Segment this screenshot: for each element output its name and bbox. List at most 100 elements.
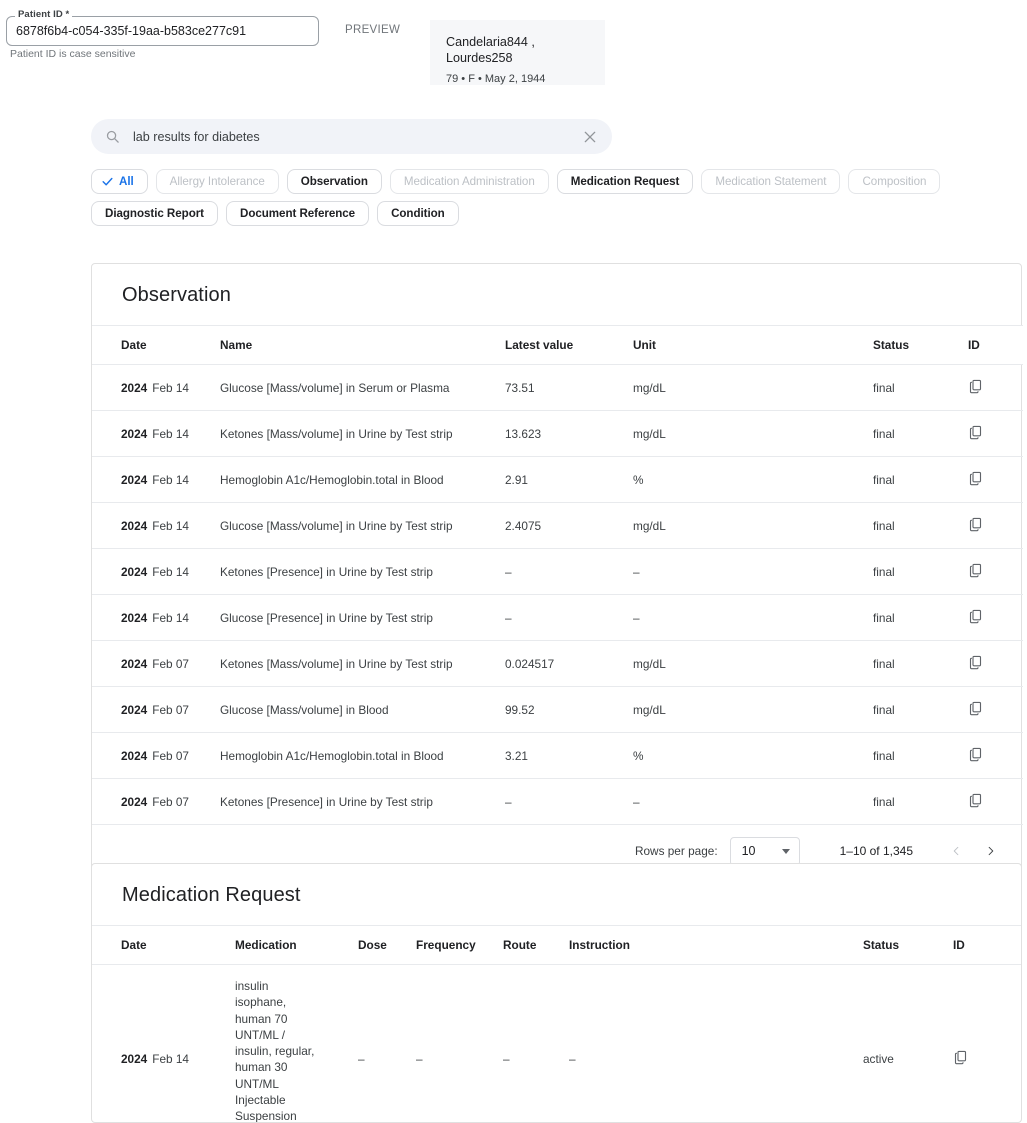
search-input[interactable]: [131, 129, 582, 145]
date-monthday: Feb 07: [152, 795, 189, 809]
observation-card: Observation Date Name Latest value Unit …: [91, 263, 1022, 878]
cell-unit: –: [633, 595, 873, 641]
table-row[interactable]: 2024Feb 07Ketones [Presence] in Urine by…: [92, 779, 1023, 825]
observation-table: Date Name Latest value Unit Status ID 20…: [92, 325, 1023, 825]
copy-id-icon[interactable]: [968, 378, 983, 397]
date-year: 2024: [121, 519, 147, 533]
patient-id-field-wrapper[interactable]: Patient ID *: [6, 16, 319, 46]
cell-unit: mg/dL: [633, 687, 873, 733]
table-row[interactable]: 2024Feb 07Hemoglobin A1c/Hemoglobin.tota…: [92, 733, 1023, 779]
cell-name: Ketones [Mass/volume] in Urine by Test s…: [220, 641, 505, 687]
cell-id: [968, 687, 1023, 733]
cell-instruction: –: [569, 965, 863, 1123]
cell-status: final: [873, 733, 968, 779]
copy-id-icon[interactable]: [968, 792, 983, 811]
table-row[interactable]: 2024Feb 14Hemoglobin A1c/Hemoglobin.tota…: [92, 457, 1023, 503]
date-monthday: Feb 14: [152, 565, 189, 579]
cell-dose: –: [358, 965, 416, 1123]
col-dose: Dose: [358, 926, 416, 965]
medication-request-table: Date Medication Dose Frequency Route Ins…: [92, 925, 1022, 1123]
chip-composition[interactable]: Composition: [848, 169, 940, 194]
copy-id-icon[interactable]: [968, 516, 983, 535]
cell-id: [968, 457, 1023, 503]
col-date: Date: [92, 926, 235, 965]
chip-allergy-intolerance[interactable]: Allergy Intolerance: [156, 169, 279, 194]
copy-id-icon[interactable]: [968, 562, 983, 581]
table-row[interactable]: 2024Feb 14Glucose [Mass/volume] in Serum…: [92, 365, 1023, 411]
date-monthday: Feb 14: [152, 1052, 189, 1066]
close-icon[interactable]: [582, 129, 598, 145]
chip-label: All: [119, 175, 134, 188]
patient-id-input[interactable]: [6, 16, 319, 46]
copy-id-icon[interactable]: [968, 746, 983, 765]
chip-medication-administration[interactable]: Medication Administration: [390, 169, 549, 194]
copy-id-icon[interactable]: [968, 608, 983, 627]
cell-medication: insulin isophane, human 70 UNT/ML / insu…: [235, 965, 358, 1123]
chevron-down-icon: [782, 849, 790, 854]
date-year: 2024: [121, 1052, 147, 1066]
cell-date: 2024Feb 07: [92, 733, 220, 779]
chip-medication-statement[interactable]: Medication Statement: [701, 169, 840, 194]
date-monthday: Feb 07: [152, 657, 189, 671]
date-year: 2024: [121, 749, 147, 763]
cell-id: [968, 503, 1023, 549]
cell-unit: mg/dL: [633, 503, 873, 549]
chip-condition[interactable]: Condition: [377, 201, 459, 226]
col-name: Name: [220, 326, 505, 365]
cell-unit: –: [633, 779, 873, 825]
pagination-range: 1–10 of 1,345: [840, 844, 913, 858]
col-frequency: Frequency: [416, 926, 503, 965]
cell-unit: mg/dL: [633, 365, 873, 411]
rows-per-page-select[interactable]: 10: [730, 837, 800, 866]
cell-name: Glucose [Presence] in Urine by Test stri…: [220, 595, 505, 641]
copy-id-icon[interactable]: [968, 654, 983, 673]
cell-status: final: [873, 503, 968, 549]
chip-all[interactable]: All: [91, 169, 148, 194]
copy-id-icon[interactable]: [968, 470, 983, 489]
col-unit: Unit: [633, 326, 873, 365]
cell-frequency: –: [416, 965, 503, 1123]
chip-document-reference[interactable]: Document Reference: [226, 201, 369, 226]
cell-date: 2024 Feb 07: [92, 641, 220, 687]
copy-id-icon[interactable]: [968, 424, 983, 443]
date-year: 2024: [121, 657, 147, 671]
cell-id: [968, 411, 1023, 457]
cell-date: 2024Feb 14: [92, 365, 220, 411]
search-bar[interactable]: [91, 119, 612, 154]
chip-label: Document Reference: [240, 207, 355, 220]
col-latest-value: Latest value: [505, 326, 633, 365]
table-row[interactable]: 2024Feb 07Glucose [Mass/volume] in Blood…: [92, 687, 1023, 733]
table-row[interactable]: 2024 Feb 07 Ketones [Mass/volume] in Urine…: [92, 641, 1023, 687]
cell-status: final: [873, 549, 968, 595]
chip-observation[interactable]: Observation: [287, 169, 382, 194]
col-instruction: Instruction: [569, 926, 863, 965]
cell-latest-value: 13.623: [505, 411, 633, 457]
cell-date: 2024Feb 14: [92, 411, 220, 457]
copy-id-icon[interactable]: [953, 1049, 968, 1069]
table-row[interactable]: 2024 Feb 14 insulin isophane, human 70 UNT…: [92, 965, 1022, 1123]
table-row[interactable]: 2024Feb 14Glucose [Presence] in Urine by…: [92, 595, 1023, 641]
chip-label: Condition: [391, 207, 445, 220]
rows-per-page-value: 10: [742, 844, 756, 858]
cell-latest-value: –: [505, 549, 633, 595]
table-row[interactable]: 2024Feb 14Ketones [Mass/volume] in Urine…: [92, 411, 1023, 457]
chip-medication-request[interactable]: Medication Request: [557, 169, 694, 194]
cell-latest-value: 73.51: [505, 365, 633, 411]
cell-id: [968, 365, 1023, 411]
cell-date: 2024Feb 07: [92, 687, 220, 733]
rows-per-page-label: Rows per page:: [635, 844, 718, 858]
cell-latest-value: –: [505, 779, 633, 825]
cell-name: Hemoglobin A1c/Hemoglobin.total in Blood: [220, 457, 505, 503]
chip-label: Allergy Intolerance: [170, 175, 265, 188]
medication-request-card: Medication Request Date Medication Dose …: [91, 863, 1022, 1123]
table-row[interactable]: 2024Feb 14Ketones [Presence] in Urine by…: [92, 549, 1023, 595]
copy-id-icon[interactable]: [968, 700, 983, 719]
col-status: Status: [863, 926, 953, 965]
date-year: 2024: [121, 703, 147, 717]
chip-label: Medication Administration: [404, 175, 535, 188]
table-row[interactable]: 2024Feb 14Glucose [Mass/volume] in Urine…: [92, 503, 1023, 549]
chip-diagnostic-report[interactable]: Diagnostic Report: [91, 201, 218, 226]
preview-label: PREVIEW: [345, 24, 400, 36]
cell-route: –: [503, 965, 569, 1123]
table-header-row: Date Medication Dose Frequency Route Ins…: [92, 926, 1022, 965]
